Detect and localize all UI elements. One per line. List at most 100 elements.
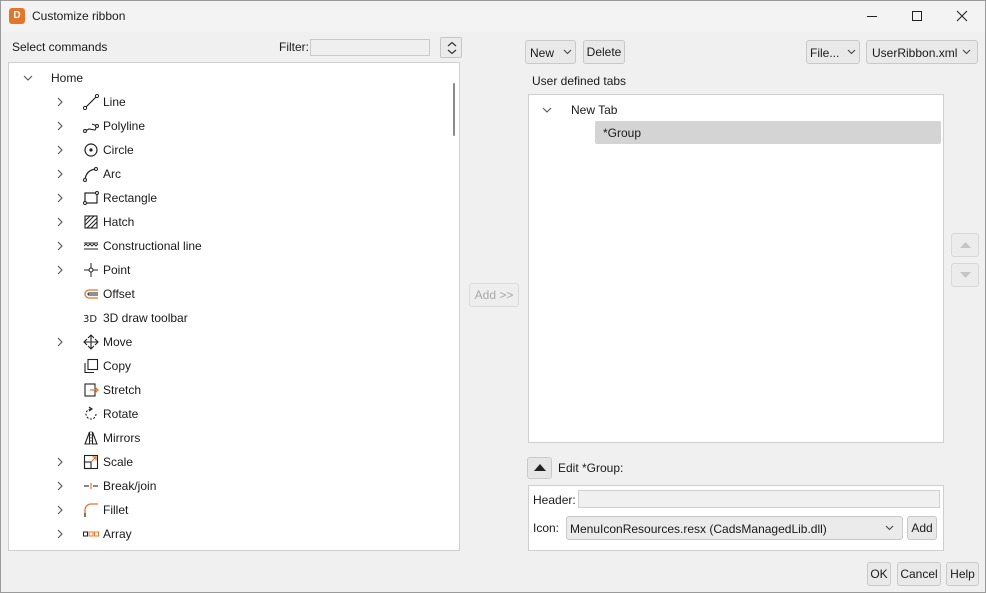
- delete-button[interactable]: Delete: [583, 40, 625, 64]
- cancel-button[interactable]: Cancel: [897, 562, 941, 586]
- tree-node-label: Home: [51, 71, 84, 85]
- edit-collapse-button[interactable]: [527, 457, 552, 479]
- tree-item-label: Break/join: [103, 479, 157, 493]
- file-dropdown-button[interactable]: File...: [806, 40, 860, 64]
- offset-icon: [84, 289, 98, 299]
- app-icon: D: [9, 8, 25, 24]
- help-button[interactable]: Help: [946, 562, 979, 586]
- tree-item-label: Line: [103, 95, 126, 109]
- tab-label: New Tab: [571, 103, 618, 117]
- tree-item-offset[interactable]: Offset: [9, 282, 449, 306]
- rotate-icon: [85, 406, 97, 420]
- chevron-right-icon[interactable]: [55, 145, 65, 155]
- move-icon: [83, 334, 99, 350]
- tree-item-fillet[interactable]: Fillet: [9, 498, 449, 522]
- ok-button[interactable]: OK: [867, 562, 891, 586]
- tree-item-rectangle[interactable]: Rectangle: [9, 186, 449, 210]
- chevron-right-icon[interactable]: [55, 193, 65, 203]
- file-button-label: File...: [810, 46, 840, 60]
- hatch-icon: [84, 215, 98, 229]
- tree-item-line[interactable]: Line: [9, 90, 449, 114]
- commands-tree[interactable]: Home Line Polyline Circle Arc Rectangle Hatch…: [8, 62, 460, 551]
- polyline-icon: [83, 123, 99, 133]
- tree-item-label: Array: [103, 527, 132, 541]
- chevron-right-icon[interactable]: [55, 241, 65, 251]
- close-icon: [956, 10, 968, 22]
- chevron-right-icon[interactable]: [55, 505, 65, 515]
- circle-icon: [84, 143, 98, 157]
- tree-item-3d-draw-toolbar[interactable]: 3D 3D draw toolbar: [9, 306, 449, 330]
- minimize-button[interactable]: [849, 1, 895, 32]
- tree-node-home[interactable]: Home: [9, 66, 449, 90]
- new-dropdown-button[interactable]: New: [525, 40, 576, 64]
- add-to-ribbon-button[interactable]: Add >>: [469, 283, 519, 307]
- tree-item-rotate[interactable]: Rotate: [9, 402, 449, 426]
- tree-item-mirrors[interactable]: Mirrors: [9, 426, 449, 450]
- move-down-button[interactable]: [951, 263, 979, 287]
- tree-item-label: Offset: [103, 287, 135, 301]
- icon-resource-value: MenuIconResources.resx (CadsManagedLib.d…: [570, 522, 827, 536]
- tree-item-break-join[interactable]: Break/join: [9, 474, 449, 498]
- chevron-right-icon[interactable]: [55, 529, 65, 539]
- chevron-right-icon[interactable]: [55, 457, 65, 467]
- tree-item-label: Rectangle: [103, 191, 158, 205]
- chevron-down-icon: [563, 49, 572, 55]
- new-button-label: New: [530, 46, 555, 60]
- tree-item-label: Polyline: [103, 119, 146, 133]
- chevron-right-icon[interactable]: [55, 121, 65, 131]
- collapse-all-button[interactable]: [440, 37, 462, 58]
- rectangle-icon: [83, 191, 99, 205]
- move-up-button[interactable]: [951, 233, 979, 257]
- array-icon: [83, 531, 99, 537]
- tree-node-group[interactable]: *Group: [595, 121, 941, 144]
- tree-item-polyline[interactable]: Polyline: [9, 114, 449, 138]
- chevron-down-icon[interactable]: [23, 73, 33, 83]
- tree-item-circle[interactable]: Circle: [9, 138, 449, 162]
- 3d-draw-icon: 3D: [83, 314, 97, 325]
- tree-item-stretch[interactable]: Stretch: [9, 378, 449, 402]
- header-input[interactable]: [578, 490, 940, 508]
- tree-item-label: Move: [103, 335, 133, 349]
- tree-item-label: Mirrors: [103, 431, 141, 445]
- chevron-right-icon[interactable]: [55, 97, 65, 107]
- user-defined-tabs-label: User defined tabs: [532, 74, 627, 88]
- triangle-up-icon: [534, 464, 546, 471]
- chevron-down-icon: [885, 525, 894, 531]
- filter-input[interactable]: [310, 39, 430, 56]
- triangle-up-icon: [960, 242, 971, 248]
- header-label: Header:: [533, 493, 576, 507]
- tree-node-new-tab[interactable]: New Tab: [529, 98, 939, 122]
- tree-item-label: Fillet: [103, 503, 129, 517]
- edit-group-panel: Header: Icon: MenuIconResources.resx (Ca…: [528, 485, 944, 551]
- icon-add-button[interactable]: Add: [907, 516, 937, 540]
- tree-item-arc[interactable]: Arc: [9, 162, 449, 186]
- chevron-down-icon[interactable]: [542, 105, 552, 115]
- tree-item-label: Constructional line: [103, 239, 202, 253]
- tree-item-label: Circle: [103, 143, 134, 157]
- scale-icon: [83, 454, 99, 470]
- chevron-right-icon[interactable]: [55, 217, 65, 227]
- close-button[interactable]: [939, 1, 985, 32]
- tree-item-label: Hatch: [103, 215, 135, 229]
- chevrons-up-down-icon: [447, 41, 457, 55]
- chevron-right-icon[interactable]: [55, 169, 65, 179]
- tree-item-point[interactable]: Point: [9, 258, 449, 282]
- icon-resource-select[interactable]: MenuIconResources.resx (CadsManagedLib.d…: [566, 516, 903, 540]
- copy-icon: [84, 358, 99, 374]
- chevron-right-icon[interactable]: [55, 265, 65, 275]
- tree-item-hatch[interactable]: Hatch: [9, 210, 449, 234]
- chevron-right-icon[interactable]: [55, 337, 65, 347]
- icon-label: Icon:: [533, 521, 560, 535]
- ribbon-file-dropdown[interactable]: UserRibbon.xml: [866, 40, 978, 64]
- scrollbar-thumb[interactable]: [453, 83, 455, 136]
- user-tabs-tree[interactable]: New Tab *Group: [528, 94, 944, 443]
- tree-item-scale[interactable]: Scale: [9, 450, 449, 474]
- maximize-button[interactable]: [894, 1, 940, 32]
- tree-item-constructional-line[interactable]: Constructional line: [9, 234, 449, 258]
- tree-item-copy[interactable]: Copy: [9, 354, 449, 378]
- tree-item-array[interactable]: Array: [9, 522, 449, 546]
- chevron-right-icon[interactable]: [55, 481, 65, 491]
- tree-item-move[interactable]: Move: [9, 330, 449, 354]
- chevron-down-icon: [847, 49, 856, 55]
- point-icon: [84, 263, 98, 277]
